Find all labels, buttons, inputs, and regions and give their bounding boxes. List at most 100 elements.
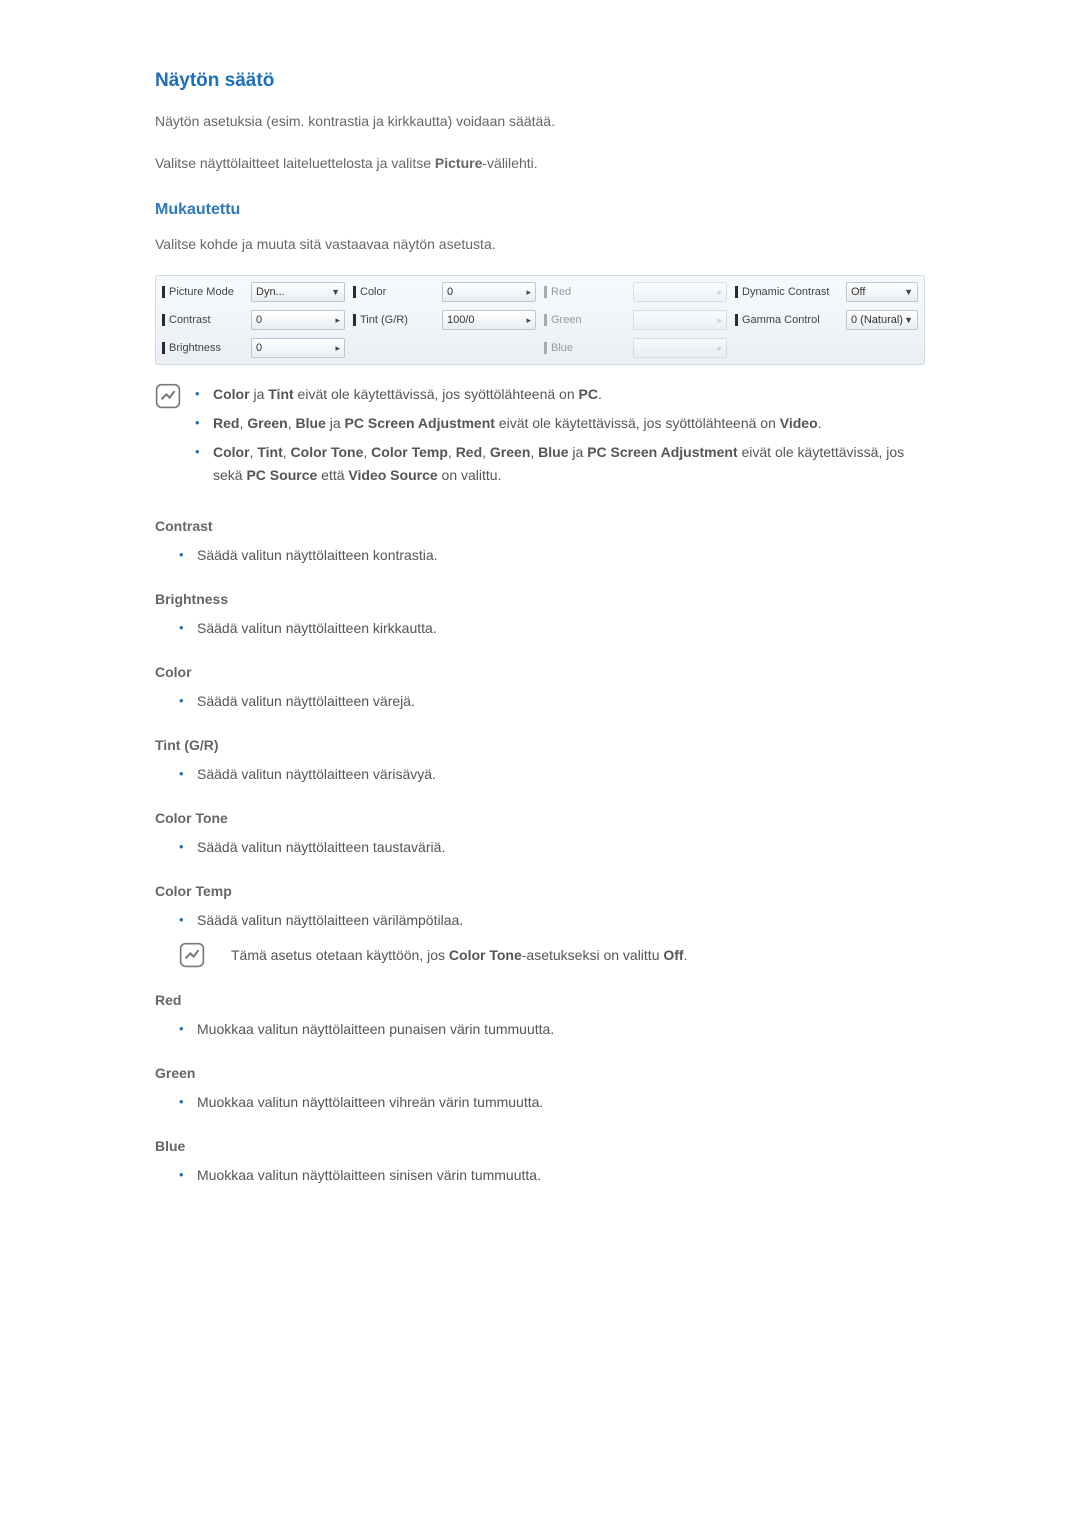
color-temp-desc: Säädä valitun näyttölaitteen värilämpöti… (179, 909, 925, 932)
right-arrow-icon: ▸ (717, 315, 722, 326)
dynamic-contrast-field: Dynamic Contrast Off ▼ (735, 280, 918, 304)
intro2-post: -välilehti. (482, 155, 537, 171)
right-arrow-icon: ▸ (717, 343, 722, 354)
text: PC Screen Adjustment (345, 415, 495, 431)
tint-spinner[interactable]: 100/0 ▸ (442, 310, 536, 330)
text: -asetukseksi on valittu (522, 947, 664, 963)
section-custom-heading: Mukautettu (155, 201, 925, 219)
right-arrow-icon: ▸ (526, 287, 531, 298)
text: Red (213, 415, 239, 431)
text: Color Tone (449, 947, 522, 963)
contrast-heading: Contrast (155, 518, 925, 534)
text: ja (569, 444, 588, 460)
brightness-spinner[interactable]: 0 ▸ (251, 338, 345, 358)
text: Green (490, 444, 530, 460)
text: Color (213, 386, 250, 402)
blue-heading: Blue (155, 1138, 925, 1154)
red-desc: Muokkaa valitun näyttölaitteen punaisen … (179, 1018, 925, 1041)
brightness-desc: Säädä valitun näyttölaitteen kirkkautta. (179, 617, 925, 640)
text: ja (326, 415, 345, 431)
text: , (482, 444, 490, 460)
color-temp-heading: Color Temp (155, 883, 925, 899)
text: eivät ole käytettävissä, jos syöttölähte… (495, 415, 780, 431)
text: . (684, 947, 688, 963)
note-item-3: Color, Tint, Color Tone, Color Temp, Red… (195, 441, 925, 487)
tint-value: 100/0 (447, 314, 475, 326)
right-arrow-icon: ▸ (526, 315, 531, 326)
contrast-spinner[interactable]: 0 ▸ (251, 310, 345, 330)
blue-desc: Muokkaa valitun näyttölaitteen sinisen v… (179, 1164, 925, 1187)
gamma-label: Gamma Control (742, 314, 842, 326)
text: eivät ole käytettävissä, jos syöttölähte… (294, 386, 579, 402)
red-label: Red (551, 286, 629, 298)
blue-label: Blue (551, 342, 629, 354)
tint-label: Tint (G/R) (360, 314, 438, 326)
text: , (530, 444, 538, 460)
gamma-field: Gamma Control 0 (Natural) ▼ (735, 308, 918, 332)
text: , (283, 444, 291, 460)
dynamic-contrast-dropdown[interactable]: Off ▼ (846, 282, 918, 302)
brightness-heading: Brightness (155, 591, 925, 607)
text: Video Source (348, 467, 437, 483)
contrast-value: 0 (256, 314, 262, 326)
contrast-label: Contrast (169, 314, 247, 326)
picture-mode-field: Picture Mode Dyn... ▼ (162, 280, 345, 304)
gamma-value: 0 (Natural) (851, 314, 903, 326)
color-tone-heading: Color Tone (155, 810, 925, 826)
dynamic-contrast-value: Off (851, 286, 865, 298)
text: PC Screen Adjustment (587, 444, 737, 460)
green-field: Green ▸ (544, 308, 727, 332)
text: Color (213, 444, 250, 460)
note-item-1: Color ja Tint eivät ole käytettävissä, j… (195, 383, 925, 406)
text: Tämä asetus otetaan käyttöön, jos (231, 947, 449, 963)
intro-paragraph-1: Näytön asetuksia (esim. kontrastia ja ki… (155, 110, 925, 132)
chevron-down-icon: ▼ (331, 287, 340, 297)
right-arrow-icon: ▸ (717, 287, 722, 298)
note-item-2: Red, Green, Blue ja PC Screen Adjustment… (195, 412, 925, 435)
contrast-desc: Säädä valitun näyttölaitteen kontrastia. (179, 544, 925, 567)
text: Tint (268, 386, 293, 402)
green-spinner: ▸ (633, 310, 727, 330)
settings-panel: Picture Mode Dyn... ▼ Color 0 ▸ Red ▸ Dy (155, 275, 925, 365)
tint-heading: Tint (G/R) (155, 737, 925, 753)
text: Red (456, 444, 482, 460)
chevron-down-icon: ▼ (904, 315, 913, 325)
note-block: Color ja Tint eivät ole käytettävissä, j… (155, 383, 925, 493)
text: Color Temp (371, 444, 448, 460)
color-spinner[interactable]: 0 ▸ (442, 282, 536, 302)
picture-mode-dropdown[interactable]: Dyn... ▼ (251, 282, 345, 302)
note-icon (155, 383, 181, 409)
text: Color Tone (291, 444, 364, 460)
color-desc: Säädä valitun näyttölaitteen värejä. (179, 690, 925, 713)
text: . (598, 386, 602, 402)
text: on valittu. (438, 467, 502, 483)
red-field: Red ▸ (544, 280, 727, 304)
color-tone-desc: Säädä valitun näyttölaitteen taustaväriä… (179, 836, 925, 859)
text: Tint (257, 444, 282, 460)
section-custom-paragraph: Valitse kohde ja muuta sitä vastaavaa nä… (155, 233, 925, 255)
brightness-field: Brightness 0 ▸ (162, 336, 345, 360)
text: PC (579, 386, 598, 402)
red-spinner: ▸ (633, 282, 727, 302)
color-heading: Color (155, 664, 925, 680)
gamma-dropdown[interactable]: 0 (Natural) ▼ (846, 310, 918, 330)
tint-field: Tint (G/R) 100/0 ▸ (353, 308, 536, 332)
brightness-value: 0 (256, 342, 262, 354)
text: ja (250, 386, 269, 402)
tint-desc: Säädä valitun näyttölaitteen värisävyä. (179, 763, 925, 786)
text: , (363, 444, 371, 460)
dynamic-contrast-label: Dynamic Contrast (742, 286, 842, 298)
note-icon (179, 942, 205, 968)
text: Green (247, 415, 287, 431)
text: , (448, 444, 456, 460)
text: että (317, 467, 348, 483)
text: Video (780, 415, 818, 431)
picture-mode-label: Picture Mode (169, 286, 247, 298)
contrast-field: Contrast 0 ▸ (162, 308, 345, 332)
green-desc: Muokkaa valitun näyttölaitteen vihreän v… (179, 1091, 925, 1114)
color-temp-note: Tämä asetus otetaan käyttöön, jos Color … (179, 942, 925, 968)
text: . (818, 415, 822, 431)
text: PC Source (246, 467, 317, 483)
color-label: Color (360, 286, 438, 298)
color-value: 0 (447, 286, 453, 298)
